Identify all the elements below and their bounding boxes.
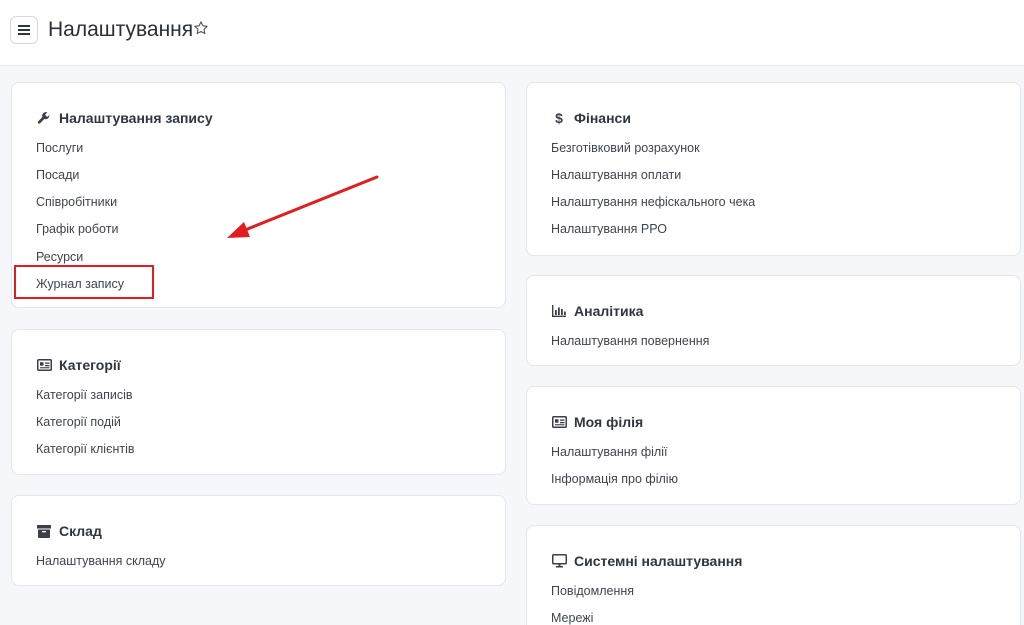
highlight-box	[14, 265, 154, 299]
star-outline-icon[interactable]	[193, 20, 209, 36]
card-header: Склад	[36, 522, 102, 540]
card-header: Налаштування запису	[36, 109, 213, 127]
link-resources[interactable]: Ресурси	[36, 249, 83, 265]
card-header: Аналітика	[551, 302, 643, 320]
link-event-categories[interactable]: Категорії подій	[36, 414, 121, 430]
card-title: Моя філія	[574, 414, 644, 430]
card-header: Категорії	[36, 356, 121, 374]
link-cashless-payment[interactable]: Безготівковий розрахунок	[551, 140, 700, 156]
card-header: Системні налаштування	[551, 552, 742, 570]
card-title: Системні налаштування	[574, 553, 743, 569]
card-analytics: Аналітика Налаштування повернення	[526, 275, 1021, 366]
card-header: $ Фінанси	[551, 109, 631, 127]
link-services[interactable]: Послуги	[36, 140, 83, 156]
link-nonfiscal-receipt-settings[interactable]: Налаштування нефіскального чека	[551, 194, 755, 210]
card-my-branch: Моя філія Налаштування філії Інформація …	[526, 386, 1021, 505]
link-employees[interactable]: Співробітники	[36, 194, 117, 210]
card-warehouse: Склад Налаштування складу	[11, 495, 506, 586]
link-client-categories[interactable]: Категорії клієнтів	[36, 441, 135, 457]
monitor-icon	[551, 553, 567, 569]
link-booking-categories[interactable]: Категорії записів	[36, 387, 133, 403]
archive-box-icon	[36, 523, 52, 539]
link-warehouse-settings[interactable]: Налаштування складу	[36, 553, 166, 569]
dollar-icon: $	[555, 110, 563, 126]
link-work-schedule[interactable]: Графік роботи	[36, 221, 118, 237]
link-payment-settings[interactable]: Налаштування оплати	[551, 167, 681, 183]
id-card-icon	[551, 414, 567, 430]
card-title: Аналітика	[574, 303, 644, 319]
id-card-icon	[36, 357, 52, 373]
card-title: Налаштування запису	[59, 110, 213, 126]
link-networks[interactable]: Мережі	[551, 610, 593, 625]
card-title: Фінанси	[574, 110, 631, 126]
card-system-settings: Системні налаштування Повідомлення Мереж…	[526, 525, 1021, 625]
link-return-settings[interactable]: Налаштування повернення	[551, 333, 709, 349]
link-rro-settings[interactable]: Налаштування РРО	[551, 221, 667, 237]
link-positions[interactable]: Посади	[36, 167, 79, 183]
page-title: Налаштування	[48, 18, 194, 41]
wrench-icon	[36, 110, 52, 126]
card-title: Категорії	[59, 357, 121, 373]
menu-toggle-button[interactable]	[10, 16, 38, 44]
card-finance: $ Фінанси Безготівковий розрахунок Налаш…	[526, 82, 1021, 256]
bar-chart-icon	[551, 303, 567, 319]
link-notifications[interactable]: Повідомлення	[551, 583, 634, 599]
hamburger-menu-icon	[18, 25, 30, 35]
card-categories: Категорії Категорії записів Категорії по…	[11, 329, 506, 475]
link-branch-settings[interactable]: Налаштування філії	[551, 444, 667, 460]
top-header: Налаштування	[0, 0, 1024, 66]
card-title: Склад	[59, 523, 102, 539]
link-branch-info[interactable]: Інформація про філію	[551, 471, 678, 487]
card-header: Моя філія	[551, 413, 643, 431]
